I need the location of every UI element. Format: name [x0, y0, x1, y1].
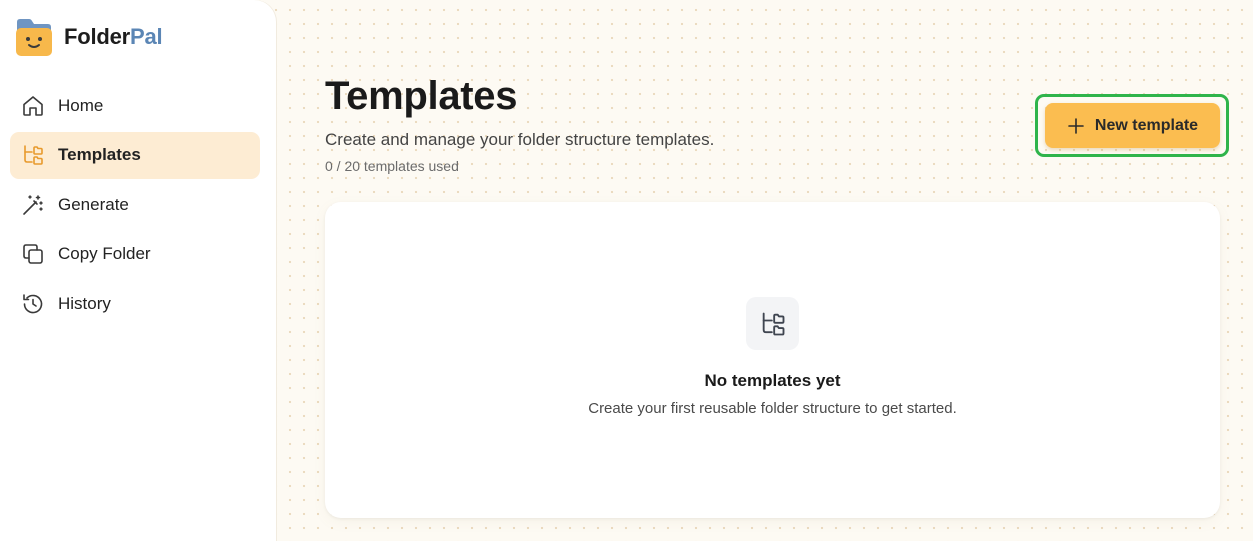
sidebar-item-label: Generate — [58, 194, 129, 214]
templates-usage-count: 0 / 20 templates used — [325, 158, 459, 174]
page-subtitle: Create and manage your folder structure … — [325, 130, 715, 149]
empty-state-title: No templates yet — [704, 371, 841, 390]
sidebar-item-label: History — [58, 293, 111, 313]
sidebar-item-label: Home — [58, 95, 104, 115]
home-icon — [21, 94, 45, 118]
page-title: Templates — [325, 74, 518, 118]
copy-icon — [21, 242, 45, 266]
plus-icon — [1068, 117, 1084, 134]
new-template-button[interactable]: New template — [1045, 103, 1220, 148]
sidebar-nav: Home Templates Generate Copy Folder Hist… — [10, 82, 260, 330]
sidebar-item-generate[interactable]: Generate — [10, 181, 260, 228]
sidebar-item-label: Copy Folder — [58, 244, 151, 263]
empty-state-icon-tile — [746, 297, 799, 350]
sidebar-item-copy-folder[interactable]: Copy Folder — [10, 231, 260, 278]
sidebar-item-label: Templates — [58, 145, 141, 164]
folder-tree-icon — [762, 312, 784, 335]
history-icon — [21, 292, 45, 316]
sidebar-item-history[interactable]: History — [10, 280, 260, 327]
empty-state-description: Create your first reusable folder struct… — [588, 400, 957, 417]
brand[interactable]: FolderPal — [14, 16, 163, 58]
brand-name: FolderPal — [64, 24, 163, 50]
sidebar: FolderPal Home Templates Generate Copy F… — [0, 0, 276, 541]
sidebar-item-templates[interactable]: Templates — [10, 131, 260, 179]
folderpal-logo-icon — [16, 19, 52, 56]
brand-name-pal: Pal — [130, 24, 163, 49]
sidebar-item-home[interactable]: Home — [10, 82, 260, 129]
new-template-label: New template — [1094, 116, 1199, 134]
brand-name-folder: Folder — [64, 24, 131, 49]
folder-tree-icon — [21, 143, 45, 167]
magic-wand-icon — [21, 193, 45, 217]
empty-state-card: No templates yet Create your first reusa… — [325, 202, 1220, 518]
